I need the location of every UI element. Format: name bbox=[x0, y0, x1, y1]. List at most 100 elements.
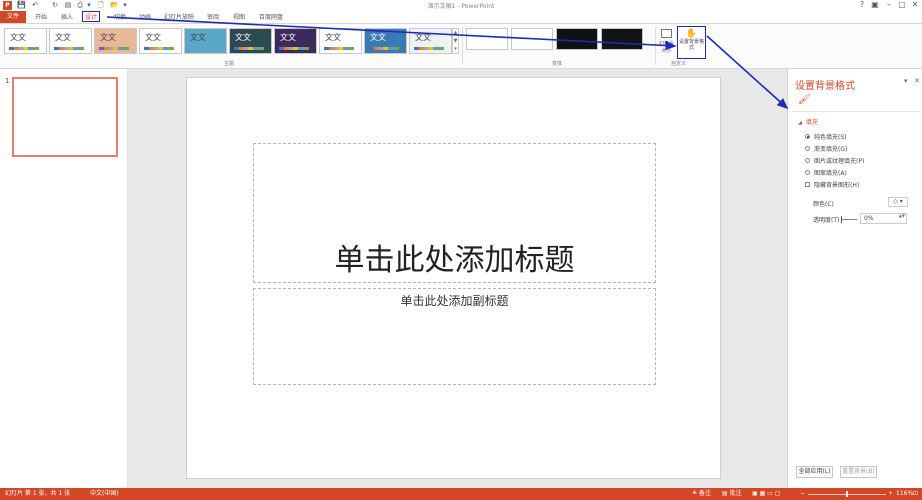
zoom-out-icon[interactable]: − bbox=[800, 488, 805, 500]
variant-4[interactable] bbox=[601, 28, 643, 50]
title-bar: P 💾 ↶ ↻ ▤ ⎙ ▾ 🗋 📂 ▾ 演示文稿1 - PowerPoint ?… bbox=[0, 0, 922, 11]
tab-review[interactable]: 审阅 bbox=[205, 12, 221, 23]
window-title: 演示文稿1 - PowerPoint bbox=[427, 3, 495, 10]
option-label: 隐藏背景图形(H) bbox=[814, 182, 860, 189]
variant-1[interactable] bbox=[466, 28, 508, 50]
theme-color-bars bbox=[414, 47, 444, 50]
variant-3[interactable] bbox=[556, 28, 598, 50]
picture-texture-fill-option[interactable]: 图片或纹理填充(P) bbox=[805, 156, 864, 165]
solid-fill-option[interactable]: 纯色填充(S) bbox=[805, 132, 847, 141]
gallery-more-icon[interactable]: ▾ bbox=[453, 45, 458, 53]
theme-label: 文文 bbox=[145, 33, 161, 42]
maximize-icon[interactable]: ▢ bbox=[896, 0, 908, 10]
transparency-input[interactable]: 0% ▲▼ bbox=[860, 213, 907, 224]
theme-5[interactable]: 文文 bbox=[184, 28, 227, 54]
help-icon[interactable]: ? bbox=[856, 0, 868, 10]
theme-9[interactable]: 文文 bbox=[364, 28, 407, 54]
theme-color-bars bbox=[369, 47, 399, 50]
fill-section-header[interactable]: ◢ 填充 bbox=[798, 117, 818, 126]
pane-divider bbox=[792, 111, 919, 112]
theme-6[interactable]: 文文 bbox=[229, 28, 272, 54]
scroll-down-icon[interactable]: ▼ bbox=[453, 37, 458, 45]
minimize-icon[interactable]: – bbox=[883, 0, 895, 10]
spin-arrows-icon[interactable]: ▲▼ bbox=[899, 214, 905, 218]
radio-icon[interactable] bbox=[805, 134, 810, 139]
theme-8[interactable]: 文文 bbox=[319, 28, 362, 54]
variant-2[interactable] bbox=[511, 28, 553, 50]
tab-slideshow[interactable]: 幻灯片放映 bbox=[162, 12, 196, 23]
zoom-level[interactable]: 116% bbox=[896, 488, 913, 500]
slide-count-status: 幻灯片 第 1 张，共 1 张 bbox=[5, 490, 71, 497]
pattern-fill-option[interactable]: 图案填充(A) bbox=[805, 168, 847, 177]
theme-10[interactable]: 文文 bbox=[409, 28, 452, 54]
radio-icon[interactable] bbox=[805, 146, 810, 151]
view-buttons-icon[interactable]: ▣ ▦ ▭ ▢ bbox=[752, 488, 780, 500]
theme-label: 文文 bbox=[100, 33, 116, 42]
fill-section-label: 填充 bbox=[805, 119, 818, 126]
tab-insert[interactable]: 插入 bbox=[59, 12, 75, 23]
scroll-up-icon[interactable]: ▲ bbox=[453, 29, 458, 37]
group-label-variants: 变体 bbox=[552, 61, 563, 67]
group-label-customize: 自定义 bbox=[671, 61, 687, 67]
pane-options-icon[interactable]: ▾ bbox=[904, 77, 908, 85]
ribbon-display-icon[interactable]: ▣ bbox=[869, 0, 881, 10]
theme-gallery-scroll[interactable]: ▲ ▼ ▾ bbox=[452, 28, 459, 54]
theme-label: 文文 bbox=[370, 33, 386, 42]
group-divider bbox=[462, 27, 463, 65]
theme-color-bars bbox=[144, 47, 174, 50]
format-background-button[interactable]: ✋ 设置背景格式 bbox=[677, 26, 706, 59]
theme-label: 文文 bbox=[325, 33, 341, 42]
theme-color-bars bbox=[9, 47, 39, 50]
subtitle-placeholder[interactable]: 单击此处添加副标题 bbox=[253, 288, 656, 385]
option-label: 纯色填充(S) bbox=[814, 134, 847, 141]
zoom-slider-thumb[interactable] bbox=[846, 491, 848, 497]
fill-paint-bucket-icon[interactable]: 🖌 bbox=[798, 94, 811, 105]
tab-view[interactable]: 视图 bbox=[231, 12, 247, 23]
group-label-themes: 主题 bbox=[224, 61, 235, 67]
fit-to-window-icon[interactable]: ⊡ bbox=[913, 488, 918, 500]
tab-design[interactable]: 设计 bbox=[82, 11, 101, 22]
slide-size-label: 幻灯片大小 bbox=[658, 41, 674, 54]
apply-to-all-button[interactable]: 全部应用(L) bbox=[796, 466, 833, 478]
theme-color-bars bbox=[99, 47, 129, 50]
slide-size-icon bbox=[661, 29, 672, 38]
theme-3[interactable]: 文文 bbox=[94, 28, 137, 54]
tab-transitions[interactable]: 切换 bbox=[112, 12, 128, 23]
tab-animations[interactable]: 动画 bbox=[137, 12, 153, 23]
tab-baidu-netdisk[interactable]: 百度网盘 bbox=[257, 12, 285, 23]
theme-2[interactable]: 文文 bbox=[49, 28, 92, 54]
fill-color-picker[interactable]: ◇ ▾ bbox=[888, 197, 908, 207]
format-background-icon: ✋ bbox=[685, 29, 698, 39]
comments-button[interactable]: ▤ 批注 bbox=[722, 488, 742, 500]
option-label: 图片或纹理填充(P) bbox=[814, 158, 865, 165]
format-background-label: 设置背景格式 bbox=[678, 39, 704, 51]
theme-label: 文文 bbox=[55, 33, 71, 42]
theme-4[interactable]: 文文 bbox=[139, 28, 182, 54]
pane-close-icon[interactable]: ✕ bbox=[914, 77, 920, 85]
slide-size-button[interactable]: 幻灯片大小 bbox=[658, 28, 675, 58]
close-window-icon[interactable]: ✕ bbox=[909, 0, 921, 10]
transparency-value: 0% bbox=[864, 215, 874, 222]
zoom-in-icon[interactable]: + bbox=[888, 488, 893, 500]
transparency-slider[interactable] bbox=[841, 216, 857, 223]
language-status[interactable]: 中文(中国) bbox=[90, 488, 119, 500]
checkbox-icon[interactable] bbox=[805, 182, 810, 187]
hide-background-graphics-checkbox[interactable]: 隐藏背景图形(H) bbox=[805, 180, 859, 189]
group-divider bbox=[655, 27, 656, 65]
reset-background-button[interactable]: 重置背景(B) bbox=[840, 466, 877, 478]
notes-button[interactable]: ≜ 备注 bbox=[692, 488, 711, 500]
theme-label: 文文 bbox=[415, 33, 431, 42]
slide-thumbnail[interactable] bbox=[12, 77, 118, 157]
radio-icon[interactable] bbox=[805, 170, 810, 175]
title-placeholder[interactable]: 单击此处添加标题 bbox=[253, 143, 656, 283]
ribbon-tab-bar: 文件 开始 插入 设计 切换 动画 幻灯片放映 审阅 视图 百度网盘 bbox=[0, 11, 922, 23]
radio-icon[interactable] bbox=[805, 158, 810, 163]
tab-home[interactable]: 开始 bbox=[33, 12, 49, 23]
theme-office[interactable]: 文文 bbox=[4, 28, 47, 54]
theme-label: 文文 bbox=[235, 33, 251, 42]
gradient-fill-option[interactable]: 渐变填充(G) bbox=[805, 144, 847, 153]
color-label: 颜色(C) bbox=[813, 201, 834, 208]
slide-canvas[interactable]: 单击此处添加标题 单击此处添加副标题 bbox=[186, 77, 721, 479]
tab-file[interactable]: 文件 bbox=[0, 11, 26, 23]
theme-7[interactable]: 文文 bbox=[274, 28, 317, 54]
